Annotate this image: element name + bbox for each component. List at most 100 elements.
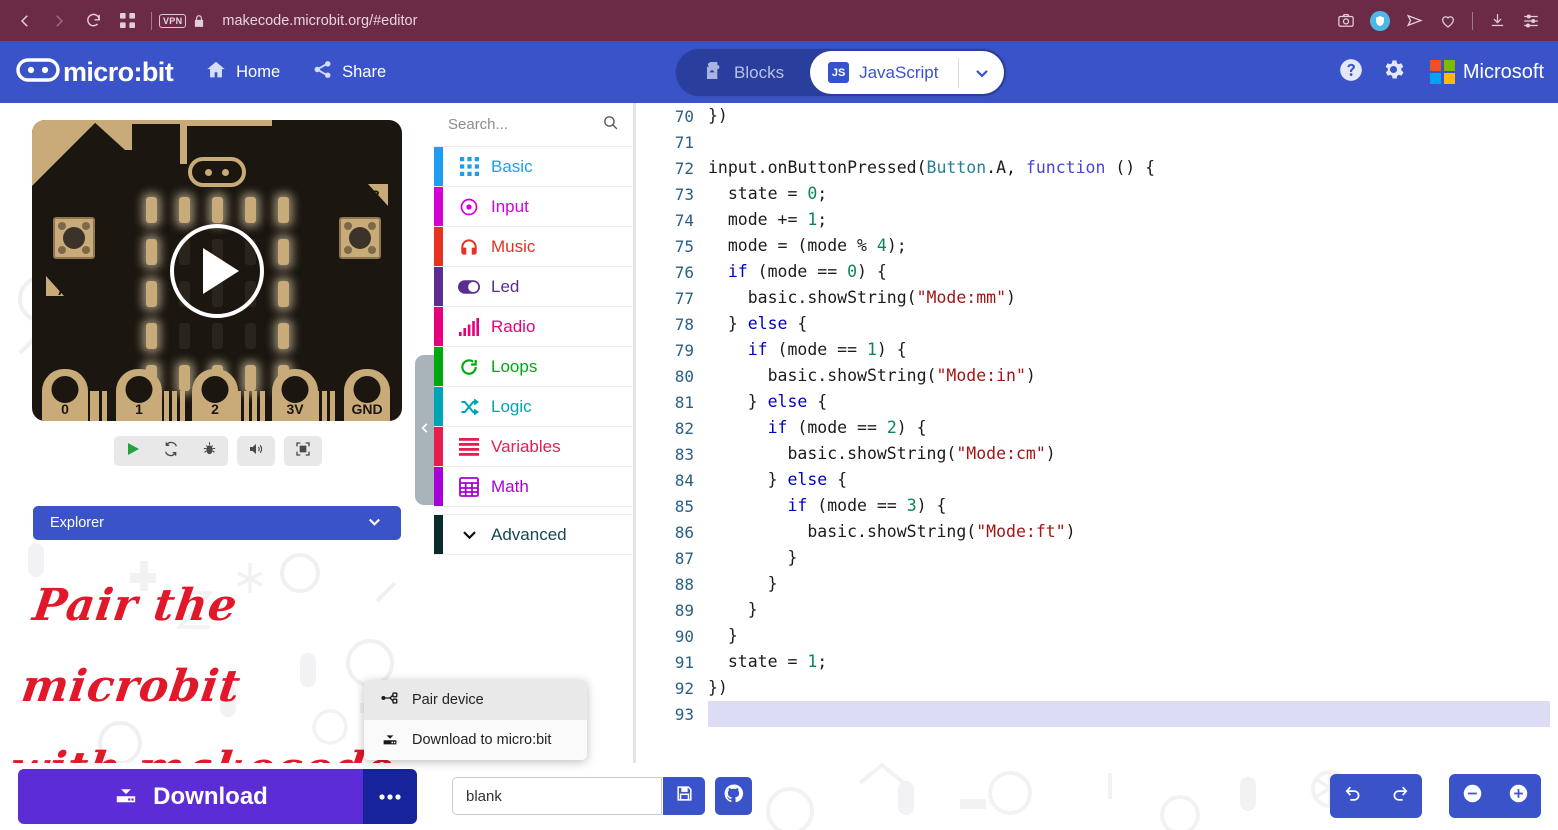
line-content[interactable]: } else { — [708, 311, 1550, 337]
code-lines-container[interactable]: 70})7172input.onButtonPressed(Button.A, … — [652, 103, 1550, 745]
board-button-a[interactable] — [53, 217, 95, 259]
back-icon[interactable] — [8, 4, 42, 38]
line-content[interactable]: if (mode == 2) { — [708, 415, 1550, 441]
run-button[interactable] — [114, 436, 152, 466]
restart-button[interactable] — [152, 436, 190, 466]
code-line[interactable]: 83 basic.showString("Mode:cm") — [652, 441, 1550, 467]
code-line[interactable]: 72input.onButtonPressed(Button.A, functi… — [652, 155, 1550, 181]
line-content[interactable]: if (mode == 1) { — [708, 337, 1550, 363]
mute-button[interactable] — [237, 436, 275, 466]
code-line[interactable]: 87 } — [652, 545, 1550, 571]
toolbox-category-variables[interactable]: Variables — [434, 427, 633, 467]
help-button[interactable] — [1330, 51, 1372, 93]
toolbox-category-loops[interactable]: Loops — [434, 347, 633, 387]
shield-check-icon[interactable] — [1363, 4, 1397, 38]
line-content[interactable]: }) — [708, 103, 1550, 129]
settings-button[interactable] — [1372, 51, 1414, 93]
undo-button[interactable] — [1330, 774, 1376, 818]
toolbox-search[interactable] — [434, 103, 633, 147]
download-icon[interactable] — [1480, 4, 1514, 38]
code-line[interactable]: 91 state = 1; — [652, 649, 1550, 675]
toolbox-category-basic[interactable]: Basic — [434, 147, 633, 187]
debug-button[interactable] — [190, 436, 228, 466]
download-more-button[interactable] — [363, 769, 417, 824]
download-context-menu[interactable]: Pair deviceDownload to micro:bit — [364, 680, 587, 760]
line-content[interactable]: basic.showString("Mode:in") — [708, 363, 1550, 389]
send-icon[interactable] — [1397, 4, 1431, 38]
camera-icon[interactable] — [1329, 4, 1363, 38]
address-bar-url[interactable]: makecode.microbit.org/#editor — [222, 13, 417, 29]
explorer-dropdown[interactable]: Explorer — [33, 506, 401, 540]
code-line[interactable]: 70}) — [652, 103, 1550, 129]
line-content[interactable]: }) — [708, 675, 1550, 701]
share-button[interactable]: Share — [312, 59, 386, 85]
line-content[interactable]: mode += 1; — [708, 207, 1550, 233]
tab-blocks[interactable]: Blocks — [676, 49, 810, 96]
code-line[interactable]: 74 mode += 1; — [652, 207, 1550, 233]
line-content[interactable]: basic.showString("Mode:mm") — [708, 285, 1550, 311]
code-line[interactable]: 81 } else { — [652, 389, 1550, 415]
code-line[interactable]: 86 basic.showString("Mode:ft") — [652, 519, 1550, 545]
line-content[interactable]: } else { — [708, 389, 1550, 415]
search-icon[interactable] — [602, 114, 619, 136]
line-content[interactable] — [708, 701, 1550, 727]
code-line[interactable]: 90 } — [652, 623, 1550, 649]
code-line[interactable]: 76 if (mode == 0) { — [652, 259, 1550, 285]
download-button[interactable]: Download — [18, 769, 417, 824]
microbit-simulator-board[interactable]: A B 0 1 2 3V GND — [32, 120, 402, 421]
line-content[interactable]: } — [708, 571, 1550, 597]
toolbox-category-logic[interactable]: Logic — [434, 387, 633, 427]
code-line[interactable]: 80 basic.showString("Mode:in") — [652, 363, 1550, 389]
code-line[interactable]: 75 mode = (mode % 4); — [652, 233, 1550, 259]
line-content[interactable]: state = 0; — [708, 181, 1550, 207]
save-project-button[interactable] — [663, 777, 705, 815]
line-content[interactable]: } — [708, 597, 1550, 623]
code-line[interactable]: 84 } else { — [652, 467, 1550, 493]
toolbox-category-led[interactable]: Led — [434, 267, 633, 307]
vpn-badge[interactable]: VPN — [159, 14, 186, 28]
heart-icon[interactable] — [1431, 4, 1465, 38]
code-line[interactable]: 71 — [652, 129, 1550, 155]
toolbox-category-radio[interactable]: Radio — [434, 307, 633, 347]
fullscreen-button[interactable] — [284, 436, 322, 466]
project-name-input[interactable] — [452, 777, 662, 815]
code-editor[interactable]: 70})7172input.onButtonPressed(Button.A, … — [634, 103, 1558, 763]
line-content[interactable]: if (mode == 3) { — [708, 493, 1550, 519]
line-content[interactable]: } — [708, 623, 1550, 649]
code-line[interactable]: 89 } — [652, 597, 1550, 623]
context-menu-item-pair-device[interactable]: Pair device — [364, 680, 587, 720]
zoom-out-button[interactable] — [1449, 774, 1495, 818]
line-content[interactable]: } else { — [708, 467, 1550, 493]
microsoft-logo[interactable]: Microsoft — [1430, 60, 1544, 85]
grid-icon[interactable] — [110, 4, 144, 38]
simulator-play-overlay-button[interactable] — [170, 224, 264, 318]
forward-icon[interactable] — [42, 4, 76, 38]
context-menu-item-download-to-micro-bit[interactable]: Download to micro:bit — [364, 720, 587, 760]
toolbox-category-music[interactable]: Music — [434, 227, 633, 267]
code-line[interactable]: 85 if (mode == 3) { — [652, 493, 1550, 519]
github-button[interactable] — [715, 777, 752, 815]
line-content[interactable]: if (mode == 0) { — [708, 259, 1550, 285]
toolbox-category-advanced[interactable]: Advanced — [434, 515, 633, 555]
board-button-b[interactable] — [339, 217, 381, 259]
reload-icon[interactable] — [76, 4, 110, 38]
collapse-simulator-button[interactable] — [415, 355, 434, 505]
toolbox-category-math[interactable]: Math — [434, 467, 633, 507]
tab-javascript[interactable]: JS JavaScript — [810, 51, 1004, 94]
language-dropdown-chevron-down-icon[interactable] — [958, 58, 1004, 88]
code-line[interactable]: 82 if (mode == 2) { — [652, 415, 1550, 441]
search-input[interactable] — [448, 116, 588, 133]
toolbox-category-input[interactable]: Input — [434, 187, 633, 227]
redo-button[interactable] — [1376, 774, 1422, 818]
line-content[interactable]: input.onButtonPressed(Button.A, function… — [708, 155, 1550, 181]
code-line[interactable]: 88 } — [652, 571, 1550, 597]
line-content[interactable]: basic.showString("Mode:ft") — [708, 519, 1550, 545]
code-line[interactable]: 92}) — [652, 675, 1550, 701]
zoom-in-button[interactable] — [1495, 774, 1541, 818]
line-content[interactable]: state = 1; — [708, 649, 1550, 675]
code-line[interactable]: 73 state = 0; — [652, 181, 1550, 207]
settings-sliders-icon[interactable] — [1514, 4, 1548, 38]
code-line[interactable]: 93 — [652, 701, 1550, 727]
code-line[interactable]: 77 basic.showString("Mode:mm") — [652, 285, 1550, 311]
home-button[interactable]: Home — [205, 59, 280, 86]
